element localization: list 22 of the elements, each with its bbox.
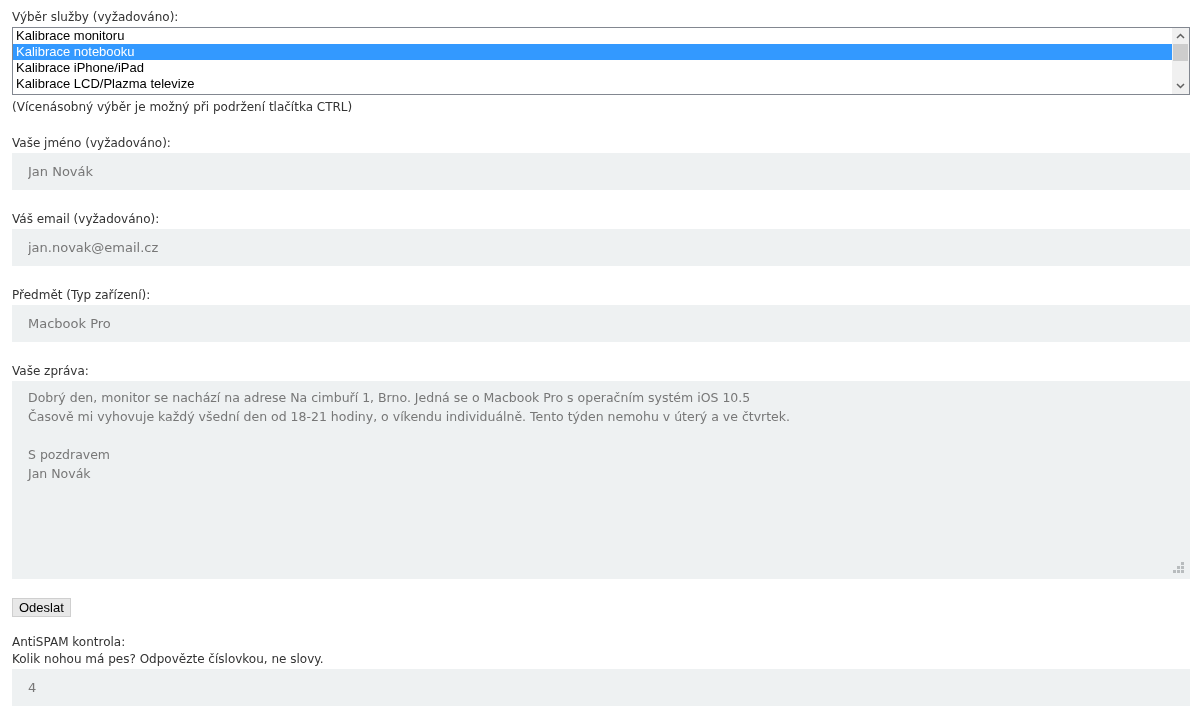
field-label: Vaše zpráva: (12, 364, 90, 378)
field-label: AntiSPAM kontrola: (12, 635, 127, 649)
hint-text: (Vícenásobný výběr je možný při podržení tlačítka CTRL) (12, 100, 354, 114)
field-label: Předmět (Typ zařízení): (12, 288, 152, 302)
list-option[interactable]: Kalibrace monitoru (13, 28, 1172, 44)
field-label: Výběr služby (vyžadováno): (12, 10, 180, 24)
input-field[interactable]: 4 (12, 669, 1190, 706)
scroll-thumb[interactable] (1173, 44, 1188, 61)
field-label: Vaše jméno (vyžadováno): (12, 136, 172, 150)
list-option[interactable]: Kalibrace iPhone/iPad (13, 60, 1172, 76)
list-option[interactable]: Kalibrace LCD/Plazma televize (13, 76, 1172, 92)
question-text: Kolik nohou má pes? Odpovězte číslovkou, ne slovy. (12, 652, 325, 666)
submit-button[interactable]: Odeslat (12, 598, 71, 617)
scrollbar[interactable] (1172, 28, 1189, 94)
input-field[interactable]: Macbook Pro (12, 305, 1190, 342)
input-field[interactable]: jan.novak@email.cz (12, 229, 1190, 266)
field-label: Váš email (vyžadováno): (12, 212, 161, 226)
input-field[interactable]: Jan Novák (12, 153, 1190, 190)
resize-grip-icon[interactable] (1173, 562, 1184, 573)
service-listbox[interactable]: Kalibrace monitoru Kalibrace notebooku Kalibrace iPhone/iPad Kalibrace LCD/Plazma televize (12, 27, 1190, 95)
message-field[interactable]: Dobrý den, monitor se nachází na adrese Na cimbuří 1, Brno. Jedná se o Macbook Pro s operačním systém iOS 10.5 Časově mi vyhovuje každý všední den od 18-21 hodiny, o víkendu individuálně. Tento týden nemohu v úterý a ve čtvrtek. S pozdravem Jan Novák (12, 381, 1190, 579)
list-option[interactable]: Kalibrace notebooku (13, 44, 1172, 60)
